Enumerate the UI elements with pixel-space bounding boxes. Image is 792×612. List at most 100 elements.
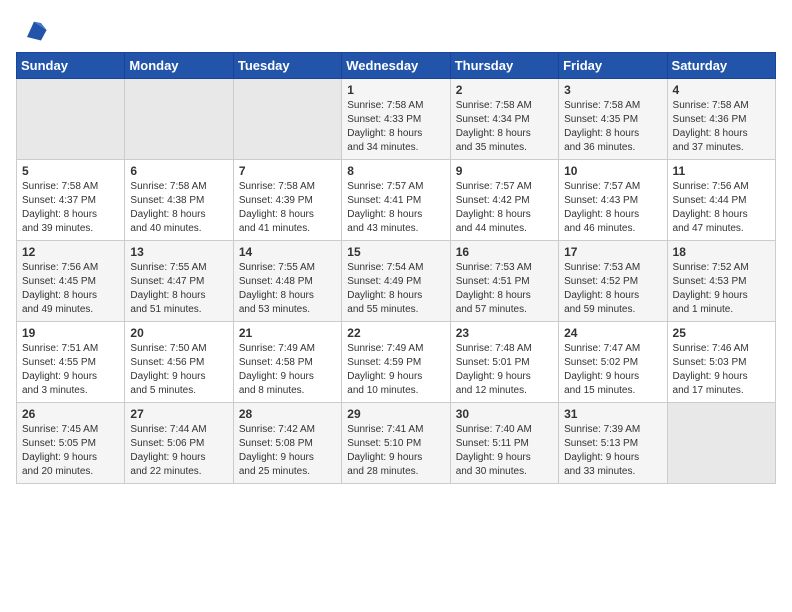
cell-content: Sunrise: 7:49 AM Sunset: 4:59 PM Dayligh… — [347, 342, 445, 398]
weekday-header-thursday: Thursday — [450, 53, 558, 79]
calendar-cell: 19 Sunrise: 7:51 AM Sunset: 4:55 PM Dayli… — [17, 322, 125, 403]
cell-content: Sunrise: 7:58 AM Sunset: 4:36 PM Dayligh… — [673, 99, 771, 155]
cell-content: Sunrise: 7:40 AM Sunset: 5:11 PM Dayligh… — [456, 423, 554, 479]
day-number: 18 — [673, 245, 771, 259]
cell-content: Sunrise: 7:44 AM Sunset: 5:06 PM Dayligh… — [130, 423, 228, 479]
calendar-cell: 9 Sunrise: 7:57 AM Sunset: 4:42 PM Daylig… — [450, 160, 558, 241]
calendar-cell: 6Sunrise: 7:58 AM Sunset: 4:38 PM Daylig… — [125, 160, 233, 241]
cell-content: Sunrise: 7:51 AM Sunset: 4:55 PM Dayligh… — [22, 342, 120, 398]
day-number: 11 — [673, 164, 771, 178]
calendar-cell: 18 Sunrise: 7:52 AM Sunset: 4:53 PM Dayli… — [667, 241, 775, 322]
day-number: 20 — [130, 326, 228, 340]
page-header — [16, 16, 776, 44]
calendar-cell: 11 Sunrise: 7:56 AM Sunset: 4:44 PM Dayli… — [667, 160, 775, 241]
cell-content: Sunrise: 7:49 AM Sunset: 4:58 PM Dayligh… — [239, 342, 337, 398]
cell-content: Sunrise: 7:58 AM Sunset: 4:34 PM Dayligh… — [456, 99, 554, 155]
weekday-header-saturday: Saturday — [667, 53, 775, 79]
day-number: 26 — [22, 407, 120, 421]
cell-content: Sunrise: 7:55 AM Sunset: 4:48 PM Dayligh… — [239, 261, 337, 317]
calendar-cell: 14 Sunrise: 7:55 AM Sunset: 4:48 PM Dayli… — [233, 241, 341, 322]
day-number: 24 — [564, 326, 662, 340]
calendar-cell: 25 Sunrise: 7:46 AM Sunset: 5:03 PM Dayli… — [667, 322, 775, 403]
calendar-cell: 16Sunrise: 7:53 AM Sunset: 4:51 PM Dayli… — [450, 241, 558, 322]
calendar-cell: 12 Sunrise: 7:56 AM Sunset: 4:45 PM Dayli… — [17, 241, 125, 322]
cell-content: Sunrise: 7:52 AM Sunset: 4:53 PM Dayligh… — [673, 261, 771, 317]
day-number: 30 — [456, 407, 554, 421]
day-number: 22 — [347, 326, 445, 340]
cell-content: Sunrise: 7:54 AM Sunset: 4:49 PM Dayligh… — [347, 261, 445, 317]
day-number: 9 — [456, 164, 554, 178]
cell-content: Sunrise: 7:42 AM Sunset: 5:08 PM Dayligh… — [239, 423, 337, 479]
cell-content: Sunrise: 7:53 AM Sunset: 4:52 PM Dayligh… — [564, 261, 662, 317]
cell-content: Sunrise: 7:56 AM Sunset: 4:45 PM Dayligh… — [22, 261, 120, 317]
calendar-cell: 13Sunrise: 7:55 AM Sunset: 4:47 PM Dayli… — [125, 241, 233, 322]
cell-content: Sunrise: 7:57 AM Sunset: 4:41 PM Dayligh… — [347, 180, 445, 236]
day-number: 8 — [347, 164, 445, 178]
cell-content: Sunrise: 7:57 AM Sunset: 4:42 PM Dayligh… — [456, 180, 554, 236]
calendar-cell: 3Sunrise: 7:58 AM Sunset: 4:35 PM Daylig… — [559, 79, 667, 160]
day-number: 27 — [130, 407, 228, 421]
day-number: 29 — [347, 407, 445, 421]
cell-content: Sunrise: 7:48 AM Sunset: 5:01 PM Dayligh… — [456, 342, 554, 398]
calendar-cell — [125, 79, 233, 160]
day-number: 2 — [456, 83, 554, 97]
day-number: 4 — [673, 83, 771, 97]
day-number: 23 — [456, 326, 554, 340]
calendar-cell: 30 Sunrise: 7:40 AM Sunset: 5:11 PM Dayli… — [450, 403, 558, 484]
day-number: 5 — [22, 164, 120, 178]
weekday-header-tuesday: Tuesday — [233, 53, 341, 79]
day-number: 13 — [130, 245, 228, 259]
calendar-cell: 5Sunrise: 7:58 AM Sunset: 4:37 PM Daylig… — [17, 160, 125, 241]
calendar-cell — [233, 79, 341, 160]
calendar-cell: 4 Sunrise: 7:58 AM Sunset: 4:36 PM Daylig… — [667, 79, 775, 160]
day-number: 31 — [564, 407, 662, 421]
weekday-header-row: SundayMondayTuesdayWednesdayThursdayFrid… — [17, 53, 776, 79]
cell-content: Sunrise: 7:58 AM Sunset: 4:33 PM Dayligh… — [347, 99, 445, 155]
cell-content: Sunrise: 7:58 AM Sunset: 4:39 PM Dayligh… — [239, 180, 337, 236]
calendar-cell: 23 Sunrise: 7:48 AM Sunset: 5:01 PM Dayli… — [450, 322, 558, 403]
calendar-cell: 27 Sunrise: 7:44 AM Sunset: 5:06 PM Dayli… — [125, 403, 233, 484]
calendar-cell: 20Sunrise: 7:50 AM Sunset: 4:56 PM Dayli… — [125, 322, 233, 403]
weekday-header-monday: Monday — [125, 53, 233, 79]
calendar-cell: 24 Sunrise: 7:47 AM Sunset: 5:02 PM Dayli… — [559, 322, 667, 403]
day-number: 25 — [673, 326, 771, 340]
day-number: 19 — [22, 326, 120, 340]
day-number: 21 — [239, 326, 337, 340]
calendar-cell: 31 Sunrise: 7:39 AM Sunset: 5:13 PM Dayli… — [559, 403, 667, 484]
calendar-cell — [667, 403, 775, 484]
calendar-cell: 17Sunrise: 7:53 AM Sunset: 4:52 PM Dayli… — [559, 241, 667, 322]
page-container: SundayMondayTuesdayWednesdayThursdayFrid… — [0, 0, 792, 494]
calendar-cell: 10Sunrise: 7:57 AM Sunset: 4:43 PM Dayli… — [559, 160, 667, 241]
cell-content: Sunrise: 7:56 AM Sunset: 4:44 PM Dayligh… — [673, 180, 771, 236]
cell-content: Sunrise: 7:57 AM Sunset: 4:43 PM Dayligh… — [564, 180, 662, 236]
calendar-cell: 8 Sunrise: 7:57 AM Sunset: 4:41 PM Daylig… — [342, 160, 450, 241]
cell-content: Sunrise: 7:58 AM Sunset: 4:38 PM Dayligh… — [130, 180, 228, 236]
calendar-cell: 1 Sunrise: 7:58 AM Sunset: 4:33 PM Daylig… — [342, 79, 450, 160]
day-number: 14 — [239, 245, 337, 259]
day-number: 15 — [347, 245, 445, 259]
day-number: 7 — [239, 164, 337, 178]
cell-content: Sunrise: 7:41 AM Sunset: 5:10 PM Dayligh… — [347, 423, 445, 479]
calendar-cell: 26Sunrise: 7:45 AM Sunset: 5:05 PM Dayli… — [17, 403, 125, 484]
calendar-week-row: 1 Sunrise: 7:58 AM Sunset: 4:33 PM Daylig… — [17, 79, 776, 160]
calendar-table: SundayMondayTuesdayWednesdayThursdayFrid… — [16, 52, 776, 484]
cell-content: Sunrise: 7:58 AM Sunset: 4:35 PM Dayligh… — [564, 99, 662, 155]
cell-content: Sunrise: 7:47 AM Sunset: 5:02 PM Dayligh… — [564, 342, 662, 398]
weekday-header-friday: Friday — [559, 53, 667, 79]
calendar-cell — [17, 79, 125, 160]
calendar-week-row: 19 Sunrise: 7:51 AM Sunset: 4:55 PM Dayli… — [17, 322, 776, 403]
weekday-header-wednesday: Wednesday — [342, 53, 450, 79]
calendar-cell: 21 Sunrise: 7:49 AM Sunset: 4:58 PM Dayli… — [233, 322, 341, 403]
logo — [16, 16, 48, 44]
day-number: 16 — [456, 245, 554, 259]
day-number: 12 — [22, 245, 120, 259]
day-number: 1 — [347, 83, 445, 97]
calendar-week-row: 5Sunrise: 7:58 AM Sunset: 4:37 PM Daylig… — [17, 160, 776, 241]
calendar-cell: 7 Sunrise: 7:58 AM Sunset: 4:39 PM Daylig… — [233, 160, 341, 241]
cell-content: Sunrise: 7:39 AM Sunset: 5:13 PM Dayligh… — [564, 423, 662, 479]
calendar-cell: 28Sunrise: 7:42 AM Sunset: 5:08 PM Dayli… — [233, 403, 341, 484]
calendar-cell: 15 Sunrise: 7:54 AM Sunset: 4:49 PM Dayli… — [342, 241, 450, 322]
calendar-week-row: 26Sunrise: 7:45 AM Sunset: 5:05 PM Dayli… — [17, 403, 776, 484]
calendar-week-row: 12 Sunrise: 7:56 AM Sunset: 4:45 PM Dayli… — [17, 241, 776, 322]
cell-content: Sunrise: 7:46 AM Sunset: 5:03 PM Dayligh… — [673, 342, 771, 398]
